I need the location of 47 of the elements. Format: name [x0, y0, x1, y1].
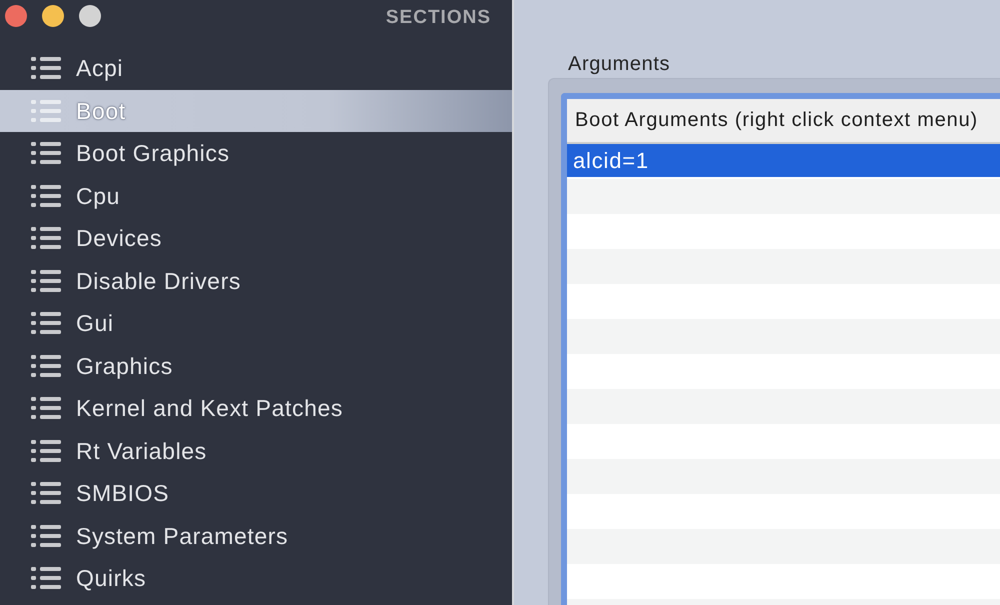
sidebar-item[interactable]: Gui — [0, 302, 512, 344]
sidebar-item[interactable]: Cpu — [0, 174, 512, 217]
list-icon — [31, 142, 61, 164]
sidebar-item-label: Devices — [76, 225, 162, 252]
sidebar-item[interactable]: Quirks — [0, 557, 512, 600]
sidebar-item[interactable]: Graphics — [0, 344, 512, 387]
sidebar-item-label: Rt Variables — [76, 438, 207, 464]
list-icon — [31, 270, 61, 292]
group-label: Arguments — [568, 53, 670, 75]
sidebar-item-label: Cpu — [76, 182, 120, 209]
table-cell: alcid=1 — [573, 148, 649, 174]
zoom-button[interactable] — [79, 5, 101, 27]
list-icon — [31, 440, 61, 462]
sidebar-item[interactable]: Rt Variables — [0, 430, 512, 472]
sidebar-item-label: Gui — [76, 310, 114, 336]
close-button[interactable] — [5, 5, 27, 27]
list-icon — [31, 482, 61, 504]
sidebar-item-label: Quirks — [76, 565, 146, 592]
column-header[interactable]: Boot Arguments (right click context menu) — [567, 99, 1000, 144]
sidebar-item[interactable]: Kernel and Kext Patches — [0, 387, 512, 430]
list-icon — [31, 312, 61, 334]
list-icon — [31, 397, 61, 420]
minimize-button[interactable] — [42, 5, 64, 27]
table-row[interactable]: alcid=1 — [567, 144, 1000, 177]
sidebar-item-label: Kernel and Kext Patches — [76, 395, 343, 422]
arguments-table[interactable]: Boot Arguments (right click context menu) alcid=1 — [561, 93, 1000, 605]
list-icon — [31, 57, 61, 80]
sidebar-item-label: Graphics — [76, 352, 173, 379]
sidebar-item-label: Disable Drivers — [76, 268, 241, 294]
list-icon — [31, 354, 61, 377]
sidebar-item[interactable]: Acpi — [0, 47, 512, 90]
list-icon — [31, 227, 61, 250]
list-icon — [31, 100, 61, 122]
sidebar-item-label: Boot Graphics — [76, 140, 230, 166]
sidebar-item[interactable]: Boot Graphics — [0, 132, 512, 174]
sidebar-item-label: Acpi — [76, 55, 124, 82]
sidebar-item-label: Boot — [76, 98, 126, 124]
sidebar-item[interactable]: Disable Drivers — [0, 260, 512, 302]
list-icon — [31, 184, 61, 207]
list-icon — [31, 567, 61, 590]
sidebar-item-label: SMBIOS — [76, 480, 170, 506]
sidebar-item-label: System Parameters — [76, 522, 288, 549]
sidebar-item[interactable]: SMBIOS — [0, 472, 512, 514]
sidebar-item[interactable]: System Parameters — [0, 514, 512, 557]
list-icon — [31, 524, 61, 547]
sidebar-item[interactable]: Devices — [0, 217, 512, 260]
sidebar-title: SECTIONS — [386, 7, 491, 29]
